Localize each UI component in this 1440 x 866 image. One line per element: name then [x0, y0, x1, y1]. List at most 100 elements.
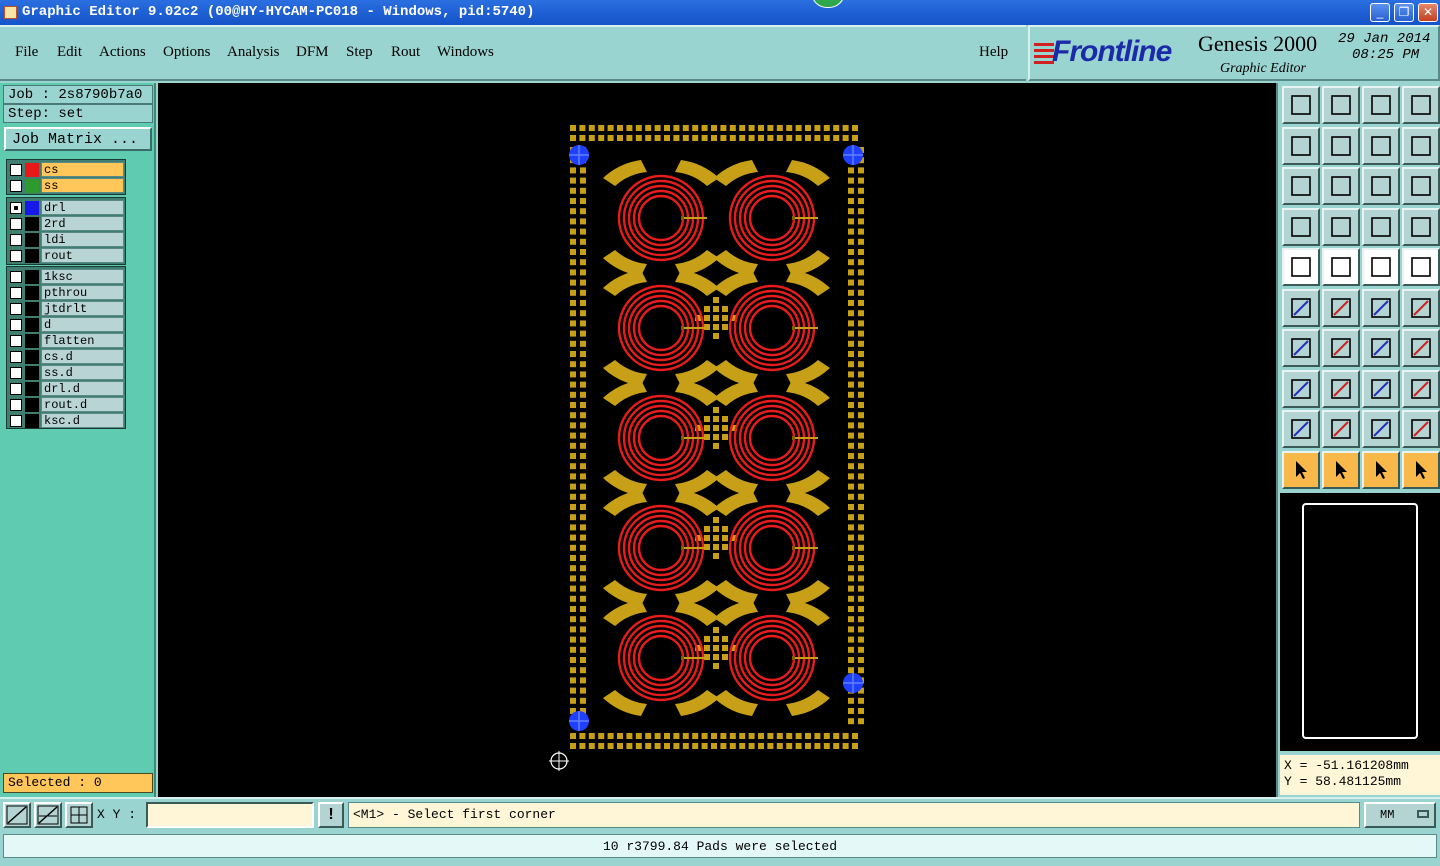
resize-button[interactable] — [1362, 369, 1400, 408]
rotate-button[interactable] — [1362, 329, 1400, 367]
triangle-button[interactable] — [1282, 410, 1320, 448]
layer-row-drl[interactable]: drl — [7, 200, 125, 216]
triangle-fill-button[interactable] — [1362, 410, 1400, 448]
layer-name[interactable]: ksc.d — [41, 413, 124, 428]
layer-row-cs[interactable]: cs — [7, 162, 125, 178]
menu-actions[interactable]: Actions — [99, 44, 146, 61]
net-list-button[interactable] — [1402, 207, 1440, 246]
layer-row-d[interactable]: d — [7, 317, 125, 333]
layer-name[interactable]: rout.d — [41, 397, 124, 412]
layer-checkbox[interactable] — [10, 303, 22, 315]
snap-pad-button[interactable] — [1282, 248, 1320, 286]
layer-color-swatch[interactable] — [25, 334, 39, 348]
layer-row-2rd[interactable]: 2rd — [7, 216, 125, 232]
layer-color-swatch[interactable] — [25, 398, 39, 412]
menu-dfm[interactable]: DFM — [296, 44, 329, 61]
layer-row-ss[interactable]: ss — [7, 178, 125, 194]
layer-name[interactable]: jtdrlt — [41, 301, 124, 316]
layer-row-rout-d[interactable]: rout.d — [7, 397, 125, 413]
menu-help[interactable]: Help — [979, 44, 1008, 61]
layer-name[interactable]: drl — [41, 200, 124, 215]
fit-button[interactable] — [1282, 167, 1320, 205]
layer-checkbox[interactable] — [10, 234, 22, 246]
layer-color-swatch[interactable] — [25, 179, 39, 193]
menu-rout[interactable]: Rout — [391, 44, 420, 61]
snap-intersect-button[interactable] — [34, 802, 62, 828]
layer-row-ldi[interactable]: ldi — [7, 232, 125, 248]
window-button[interactable] — [1402, 86, 1440, 124]
zoom-page-button[interactable] — [1322, 86, 1360, 124]
layer-row-flatten[interactable]: flatten — [7, 333, 125, 349]
trim-button[interactable] — [1322, 329, 1360, 367]
layer-color-swatch[interactable] — [25, 233, 39, 247]
layer-name[interactable]: d — [41, 317, 124, 332]
layer-color-swatch[interactable] — [25, 302, 39, 316]
layer-color-swatch[interactable] — [25, 318, 39, 332]
undo-button[interactable] — [1362, 126, 1400, 165]
triangle-move-button[interactable] — [1402, 410, 1440, 448]
layer-row-drl-d[interactable]: drl.d — [7, 381, 125, 397]
ruler-button[interactable] — [1362, 248, 1400, 286]
snap-line-button[interactable] — [3, 802, 31, 828]
select-net-button[interactable] — [1402, 450, 1440, 489]
break-button[interactable] — [1322, 369, 1360, 408]
select-box-button[interactable] — [1322, 450, 1360, 489]
layer-name[interactable]: cs — [41, 162, 124, 177]
move-nodes-button[interactable] — [1282, 288, 1320, 327]
layer-color-swatch[interactable] — [25, 217, 39, 231]
layer-row-pthrou[interactable]: pthrou — [7, 285, 125, 301]
pan-right-button[interactable] — [1322, 126, 1360, 165]
layer-checkbox[interactable] — [10, 383, 22, 395]
layer-checkbox[interactable] — [10, 367, 22, 379]
xy-input[interactable] — [146, 802, 314, 828]
layer-color-swatch[interactable] — [25, 270, 39, 284]
circle-button[interactable] — [1402, 248, 1440, 286]
layer-checkbox[interactable] — [10, 250, 22, 262]
layer-checkbox[interactable] — [10, 319, 22, 331]
layer-checkbox[interactable] — [10, 271, 22, 283]
scale-1-2-button[interactable] — [1362, 167, 1400, 205]
layer-row-ss-d[interactable]: ss.d — [7, 365, 125, 381]
help-button[interactable] — [1402, 167, 1440, 205]
add-line-button[interactable] — [1362, 288, 1400, 327]
add-arc-button[interactable] — [1402, 288, 1440, 327]
units-select[interactable]: MM — [1364, 802, 1436, 828]
minimize-button[interactable]: _ — [1370, 3, 1390, 22]
layer-row-cs-d[interactable]: cs.d — [7, 349, 125, 365]
layer-name[interactable]: ss.d — [41, 365, 124, 380]
pcb-panel-drawing[interactable] — [158, 83, 1276, 797]
layer-color-swatch[interactable] — [25, 286, 39, 300]
exclamation-button[interactable]: ! — [318, 802, 344, 828]
layer-color-swatch[interactable] — [25, 366, 39, 380]
layer-name[interactable]: ss — [41, 178, 124, 193]
layer-color-swatch[interactable] — [25, 414, 39, 428]
close-button[interactable]: ✕ — [1418, 3, 1438, 22]
menu-options[interactable]: Options — [163, 44, 211, 61]
select-button[interactable] — [1282, 450, 1320, 489]
layer-name[interactable]: cs.d — [41, 349, 124, 364]
redo-button[interactable] — [1402, 126, 1440, 165]
delete-node-button[interactable] — [1322, 288, 1360, 327]
layer-checkbox[interactable] — [10, 287, 22, 299]
layer-row-jtdrlt[interactable]: jtdrlt — [7, 301, 125, 317]
layer-row-ksc-d[interactable]: ksc.d — [7, 413, 125, 429]
angle-button[interactable] — [1282, 329, 1320, 367]
layer-name[interactable]: rout — [41, 248, 124, 263]
layer-name[interactable]: flatten — [41, 333, 124, 348]
layer-name[interactable]: ldi — [41, 232, 124, 247]
zoom-home-button[interactable] — [1282, 86, 1320, 124]
layer-name[interactable]: 1ksc — [41, 269, 124, 284]
layer-checkbox[interactable] — [10, 164, 22, 176]
net-button[interactable] — [1362, 207, 1400, 246]
menu-edit[interactable]: Edit — [57, 44, 82, 61]
select-poly-button[interactable] — [1362, 450, 1400, 489]
copy-button[interactable] — [1282, 369, 1320, 408]
layer-checkbox[interactable] — [10, 180, 22, 192]
graphic-canvas[interactable] — [158, 83, 1276, 797]
layer-color-swatch[interactable] — [25, 382, 39, 396]
layer-checkbox[interactable] — [10, 399, 22, 411]
layer-name[interactable]: drl.d — [41, 381, 124, 396]
layer-color-swatch[interactable] — [25, 249, 39, 263]
restore-button[interactable]: ❐ — [1394, 3, 1414, 22]
layer-checkbox[interactable] — [10, 218, 22, 230]
